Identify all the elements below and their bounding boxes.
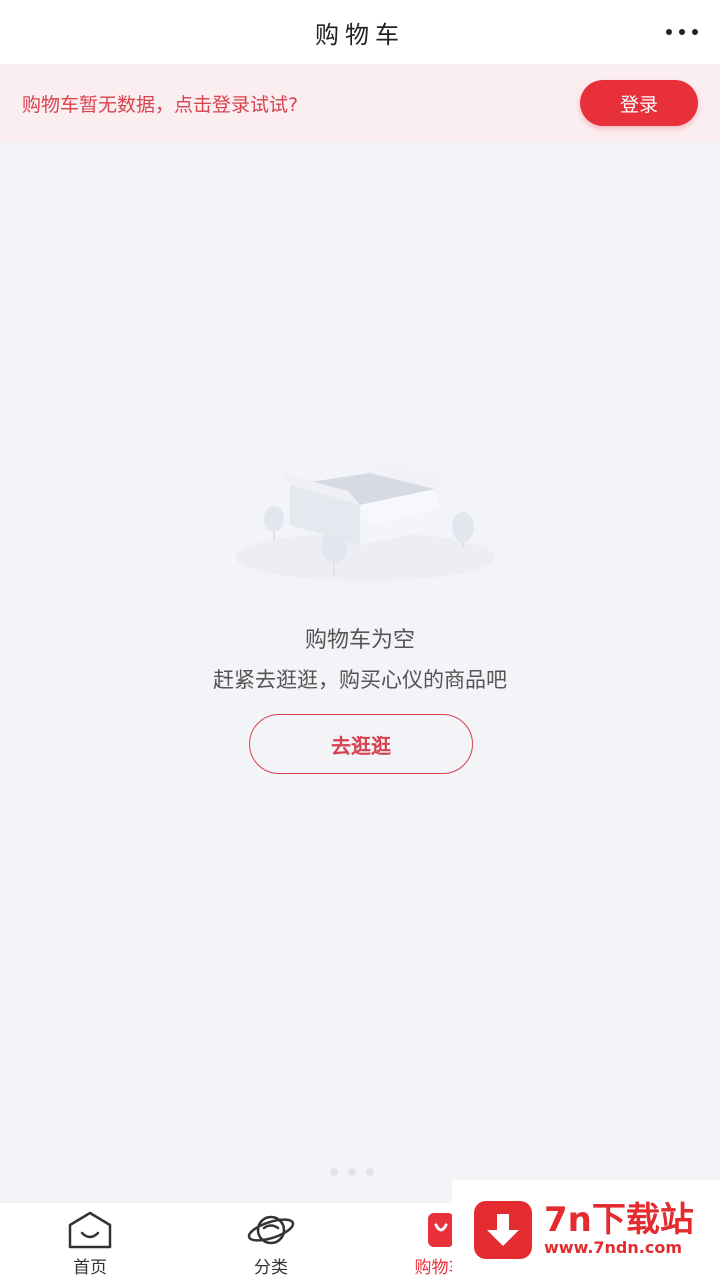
empty-cart-subtitle: 赶紧去逛逛，购买心仪的商品吧 <box>213 668 507 692</box>
category-planet-icon <box>247 1215 295 1245</box>
tab-home[interactable]: 首页 <box>30 1203 150 1280</box>
page-indicator-dots <box>330 1168 374 1176</box>
go-shopping-button[interactable]: 去逛逛 <box>249 714 473 774</box>
nav-header: 购物车 <box>0 0 720 64</box>
tab-category[interactable]: 分类 <box>211 1203 331 1280</box>
watermark-url: www.7ndn.com <box>544 1238 682 1258</box>
more-dots-icon[interactable] <box>666 22 698 42</box>
empty-box-icon <box>235 463 495 581</box>
login-button[interactable]: 登录 <box>580 80 698 126</box>
cart-page: 购物车 购物车暂无数据，点击登录试试? 登录 购物车为空 赶紧去逛逛，购买心仪的… <box>0 0 720 1280</box>
empty-cart-title: 购物车为空 <box>304 628 415 653</box>
login-prompt-text: 购物车暂无数据，点击登录试试? <box>22 93 299 116</box>
tab-home-label: 首页 <box>73 1258 107 1278</box>
login-banner: 购物车暂无数据，点击登录试试? 登录 <box>0 64 720 142</box>
watermark-badge: 7n下载站 www.7ndn.com <box>452 1180 720 1280</box>
home-icon <box>68 1211 112 1249</box>
tab-category-label: 分类 <box>254 1258 288 1278</box>
download-arrow-icon <box>474 1201 532 1259</box>
page-title: 购物车 <box>315 20 405 49</box>
watermark-title: 7n下载站 <box>544 1199 694 1240</box>
